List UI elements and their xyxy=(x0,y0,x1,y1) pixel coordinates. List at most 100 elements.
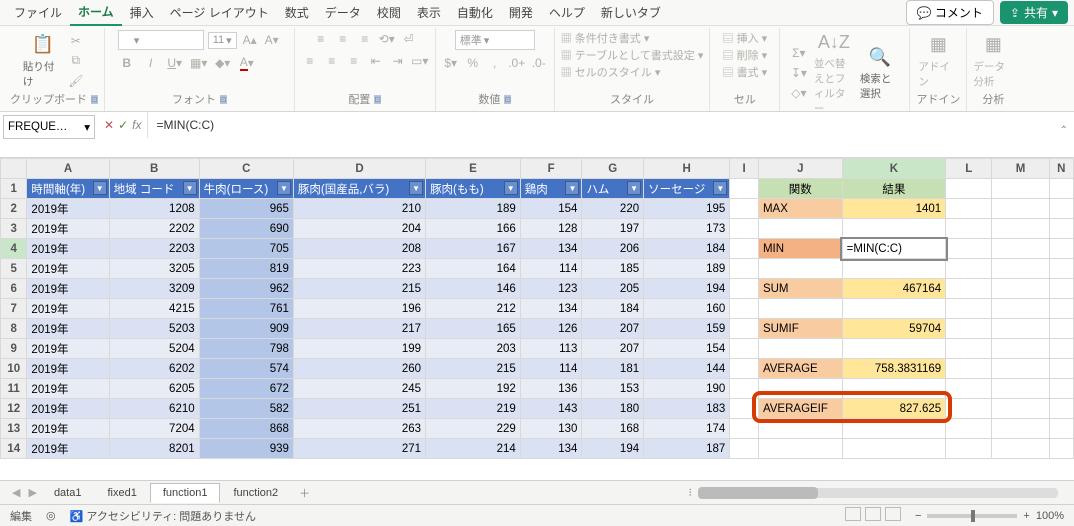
zoom-control[interactable]: −+ 100% xyxy=(915,510,1064,522)
cell-C14[interactable]: 939 xyxy=(199,439,293,459)
menu-data[interactable]: データ xyxy=(317,0,369,25)
macro-record-icon[interactable]: ◎ xyxy=(46,509,56,522)
filter-icon[interactable]: ▼ xyxy=(504,181,518,195)
find-select-button[interactable]: 🔍検索と選択 xyxy=(860,45,900,101)
paste-button[interactable]: 📋貼り付け xyxy=(23,33,63,89)
cell-G9[interactable]: 207 xyxy=(582,339,644,359)
cell-L11[interactable] xyxy=(946,379,992,399)
cell-C4[interactable]: 705 xyxy=(199,239,293,259)
cell-E13[interactable]: 229 xyxy=(426,419,521,439)
cell-H9[interactable]: 154 xyxy=(644,339,730,359)
tab-function2[interactable]: function2 xyxy=(220,483,291,503)
tab-fixed1[interactable]: fixed1 xyxy=(94,483,149,503)
cell-G4[interactable]: 206 xyxy=(582,239,644,259)
tab-function1[interactable]: function1 xyxy=(150,483,221,503)
cell-G7[interactable]: 184 xyxy=(582,299,644,319)
row-header-5[interactable]: 5 xyxy=(1,259,27,279)
bold-button[interactable]: B xyxy=(118,54,136,72)
name-box[interactable]: FREQUE…▾ xyxy=(3,115,95,139)
cell-G10[interactable]: 181 xyxy=(582,359,644,379)
cell-F9[interactable]: 113 xyxy=(520,339,582,359)
filter-icon[interactable]: ▼ xyxy=(627,181,641,195)
cell-N6[interactable] xyxy=(1049,279,1073,299)
cell-F2[interactable]: 154 xyxy=(520,199,582,219)
italic-button[interactable]: I xyxy=(142,54,160,72)
align-top-icon[interactable]: ≡ xyxy=(312,30,330,48)
menu-file[interactable]: ファイル xyxy=(6,0,70,25)
cell-L4[interactable] xyxy=(946,239,992,259)
filter-icon[interactable]: ▼ xyxy=(93,181,107,195)
data-analysis-button[interactable]: ▦データ分析 xyxy=(973,33,1013,89)
row-header-1[interactable]: 1 xyxy=(1,179,27,199)
menu-automate[interactable]: 自動化 xyxy=(449,0,501,25)
cell-K14[interactable] xyxy=(842,439,946,459)
cell-J5[interactable] xyxy=(758,259,842,279)
cell-I13[interactable] xyxy=(730,419,759,439)
cell-N1[interactable] xyxy=(1049,179,1073,199)
cell-I10[interactable] xyxy=(730,359,759,379)
cell-K13[interactable] xyxy=(842,419,946,439)
cell-J2[interactable]: MAX xyxy=(758,199,842,219)
cell-F1[interactable]: 鶏肉▼ xyxy=(520,179,582,199)
cell-D1[interactable]: 豚肉(国産品,バラ)▼ xyxy=(293,179,425,199)
fill-icon[interactable]: ↧▾ xyxy=(790,64,808,82)
cell-B13[interactable]: 7204 xyxy=(109,419,199,439)
cell-G5[interactable]: 185 xyxy=(582,259,644,279)
cell-A11[interactable]: 2019年 xyxy=(27,379,109,399)
cell-styles-button[interactable]: ▦ セルのスタイル ▾ xyxy=(561,64,661,80)
cell-D4[interactable]: 208 xyxy=(293,239,425,259)
cell-L6[interactable] xyxy=(946,279,992,299)
cell-G1[interactable]: ハム▼ xyxy=(582,179,644,199)
cell-F3[interactable]: 128 xyxy=(520,219,582,239)
filter-icon[interactable]: ▼ xyxy=(409,181,423,195)
view-buttons[interactable] xyxy=(841,507,901,524)
cell-J11[interactable] xyxy=(758,379,842,399)
cell-I14[interactable] xyxy=(730,439,759,459)
cell-D7[interactable]: 196 xyxy=(293,299,425,319)
cell-L5[interactable] xyxy=(946,259,992,279)
cell-K2[interactable]: 1401 xyxy=(842,199,946,219)
number-format-combo[interactable]: 標準 ▾ xyxy=(455,30,535,50)
cell-A8[interactable]: 2019年 xyxy=(27,319,109,339)
cell-J7[interactable] xyxy=(758,299,842,319)
filter-icon[interactable]: ▼ xyxy=(183,181,197,195)
cell-H3[interactable]: 173 xyxy=(644,219,730,239)
cell-D6[interactable]: 215 xyxy=(293,279,425,299)
cell-B14[interactable]: 8201 xyxy=(109,439,199,459)
cell-E2[interactable]: 189 xyxy=(426,199,521,219)
decrease-font-icon[interactable]: A▾ xyxy=(263,31,281,49)
cell-C9[interactable]: 798 xyxy=(199,339,293,359)
indent-inc-icon[interactable]: ⇥ xyxy=(389,52,407,70)
cell-K10[interactable]: 758.3831169 xyxy=(842,359,946,379)
align-middle-icon[interactable]: ≡ xyxy=(334,30,352,48)
cell-J10[interactable]: AVERAGE xyxy=(758,359,842,379)
cell-F5[interactable]: 114 xyxy=(520,259,582,279)
cell-K8[interactable]: 59704 xyxy=(842,319,946,339)
cell-E10[interactable]: 215 xyxy=(426,359,521,379)
row-header-7[interactable]: 7 xyxy=(1,299,27,319)
cell-D3[interactable]: 204 xyxy=(293,219,425,239)
cell-I4[interactable] xyxy=(730,239,759,259)
cell-I8[interactable] xyxy=(730,319,759,339)
cell-B10[interactable]: 6202 xyxy=(109,359,199,379)
row-header-2[interactable]: 2 xyxy=(1,199,27,219)
col-header-B[interactable]: B xyxy=(109,159,199,179)
cell-N9[interactable] xyxy=(1049,339,1073,359)
cell-I2[interactable] xyxy=(730,199,759,219)
cell-A9[interactable]: 2019年 xyxy=(27,339,109,359)
cell-H1[interactable]: ソーセージ▼ xyxy=(644,179,730,199)
col-header-D[interactable]: D xyxy=(293,159,425,179)
enter-icon[interactable]: ✓ xyxy=(118,118,128,132)
cell-A5[interactable]: 2019年 xyxy=(27,259,109,279)
font-family-combo[interactable]: ▾ xyxy=(118,30,204,50)
cell-M4[interactable] xyxy=(992,239,1049,259)
cell-I1[interactable] xyxy=(730,179,759,199)
cell-G14[interactable]: 194 xyxy=(582,439,644,459)
format-as-table-button[interactable]: ▦ テーブルとして書式設定 ▾ xyxy=(561,47,704,63)
cell-G3[interactable]: 197 xyxy=(582,219,644,239)
col-header-G[interactable]: G xyxy=(582,159,644,179)
cell-D13[interactable]: 263 xyxy=(293,419,425,439)
cell-A2[interactable]: 2019年 xyxy=(27,199,109,219)
cell-C5[interactable]: 819 xyxy=(199,259,293,279)
accessibility-status[interactable]: ♿ アクセシビリティ: 問題ありません xyxy=(70,508,256,524)
